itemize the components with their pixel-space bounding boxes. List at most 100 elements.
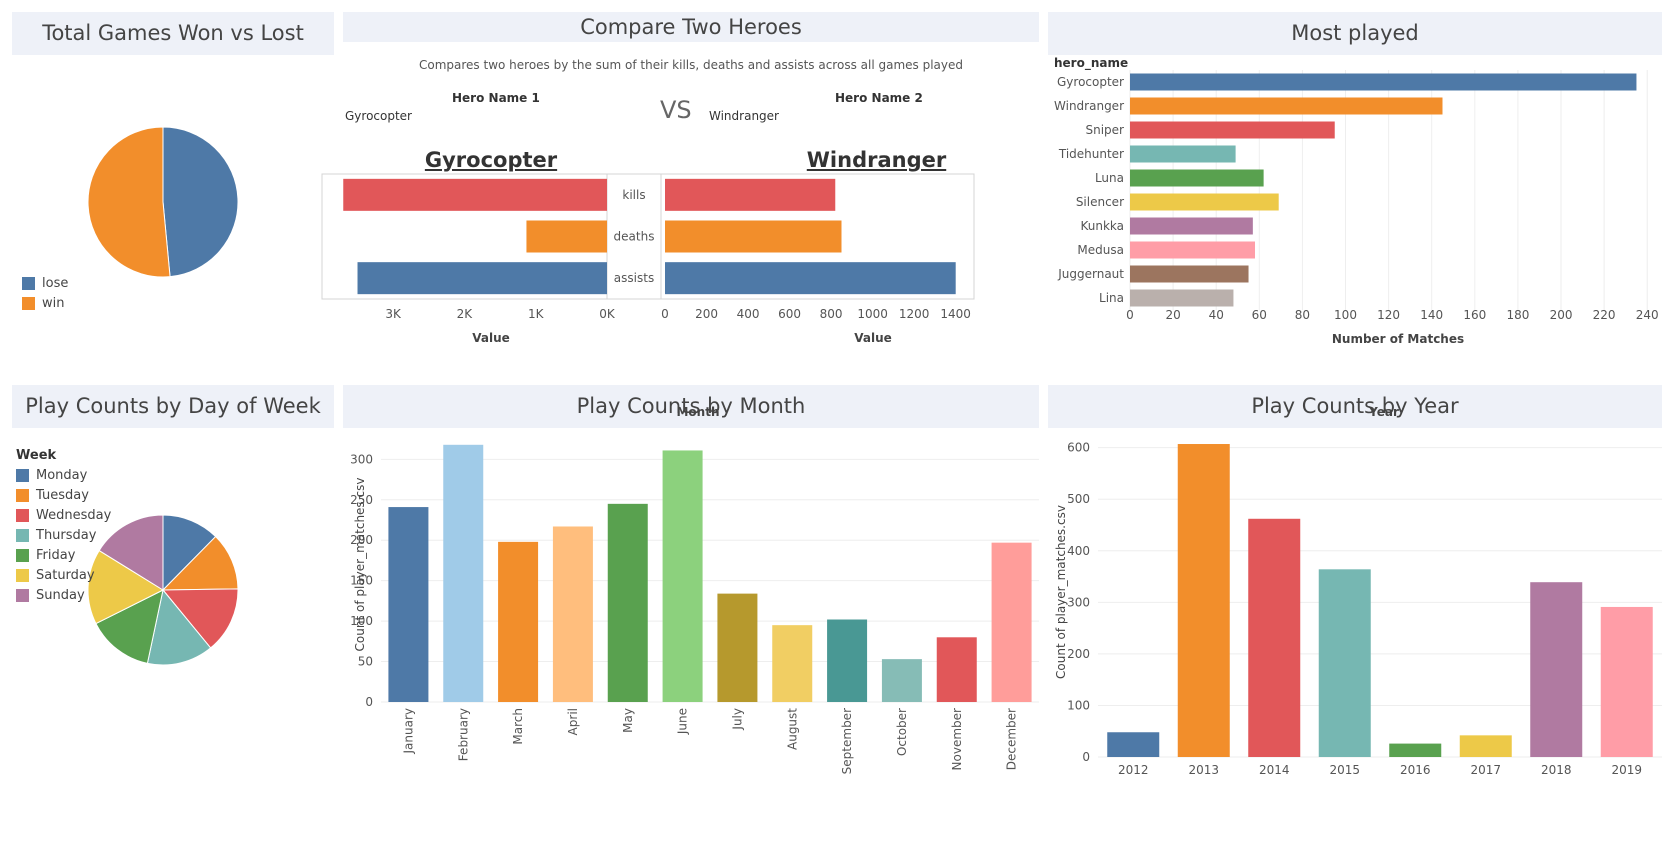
legend-label: Saturday xyxy=(36,567,95,583)
most-played-category-label: Kunkka xyxy=(1080,219,1124,233)
most-played-x-tick: 180 xyxy=(1506,308,1529,322)
month-bar-march xyxy=(498,541,539,702)
hero-compare-chart: kills deaths assists 3K 2K 1K 0K 0 200 400 600 800 1… xyxy=(321,173,975,345)
dashboard: Total Games Won vs Lost lose win Compare … xyxy=(0,0,1670,841)
year-bar-2012 xyxy=(1107,732,1160,757)
most-played-x-tick: 200 xyxy=(1550,308,1573,322)
month-x-tick: September xyxy=(840,708,854,774)
most-played-category-label: Juggernaut xyxy=(1057,267,1124,281)
year-x-tick: 2012 xyxy=(1118,763,1149,777)
month-bar-february xyxy=(443,444,484,702)
year-y-tick: 0 xyxy=(1082,750,1090,764)
month-y-tick: 300 xyxy=(350,452,373,466)
legend-swatch xyxy=(16,468,29,482)
legend-label: Monday xyxy=(36,467,88,483)
hero2-x-tick: 0 xyxy=(661,307,669,321)
legend-item-saturday[interactable]: Saturday xyxy=(16,565,111,585)
hero2-x-tick: 1200 xyxy=(899,307,930,321)
legend-swatch xyxy=(16,528,29,542)
most-played-x-tick: 100 xyxy=(1334,308,1357,322)
year-chart-title: Year xyxy=(1368,405,1399,419)
legend-item-monday[interactable]: Monday xyxy=(16,465,111,485)
legend-label: Thursday xyxy=(36,527,97,543)
winloss-legend: lose win xyxy=(22,273,68,313)
hero2-x-tick: 1400 xyxy=(940,307,971,321)
month-x-tick: February xyxy=(456,708,470,761)
winloss-pie-chart xyxy=(87,126,239,278)
month-x-tick: October xyxy=(895,708,909,756)
hero1-x-tick: 0K xyxy=(599,307,616,321)
legend-label: lose xyxy=(42,275,69,291)
month-x-tick: May xyxy=(621,708,635,733)
hero1-x-axis-label: Value xyxy=(472,331,510,345)
month-bar-april xyxy=(552,526,593,702)
compare-panel: Compare Two Heroes Compares two heroes b… xyxy=(321,12,1039,372)
legend-item-lose[interactable]: lose xyxy=(22,273,68,293)
most-played-x-tick: 80 xyxy=(1295,308,1310,322)
year-panel: Play Counts by Year Year 0 100 200 300 400 500… xyxy=(1048,385,1662,835)
most-played-x-tick: 40 xyxy=(1209,308,1224,322)
year-y-tick: 500 xyxy=(1067,492,1090,506)
month-y-axis-label: Count of player_matches.csv xyxy=(353,478,367,652)
year-bar-2017 xyxy=(1459,735,1512,757)
hero2-x-tick: 1000 xyxy=(857,307,888,321)
year-bar-2018 xyxy=(1530,582,1583,757)
hero2-x-tick: 800 xyxy=(820,307,843,321)
most-played-category-label: Gyrocopter xyxy=(1057,75,1124,89)
legend-label: Tuesday xyxy=(36,487,89,503)
most-played-x-tick: 0 xyxy=(1126,308,1134,322)
year-bar-chart: Year 0 100 200 300 400 500 600 Count of player_m… xyxy=(1054,405,1662,777)
year-bar-2013 xyxy=(1177,444,1230,757)
most-played-category-label: Medusa xyxy=(1077,243,1124,257)
legend-swatch xyxy=(22,296,35,310)
hero1-bar-assists xyxy=(357,262,607,295)
month-bar-january xyxy=(388,507,429,702)
most-played-category-label: Lina xyxy=(1099,291,1124,305)
month-x-tick: January xyxy=(401,708,415,755)
month-x-tick: December xyxy=(1005,708,1019,770)
most-played-category-label: Tidehunter xyxy=(1058,147,1124,161)
year-bar-2019 xyxy=(1600,606,1653,757)
year-x-tick: 2018 xyxy=(1541,763,1572,777)
legend-label: win xyxy=(42,295,65,311)
month-y-tick: 50 xyxy=(358,655,373,669)
month-bar-july xyxy=(717,593,758,702)
category-label-assists: assists xyxy=(614,271,654,285)
most-played-category-label: Silencer xyxy=(1076,195,1124,209)
year-y-tick: 200 xyxy=(1067,647,1090,661)
month-x-tick: November xyxy=(950,708,964,770)
category-label-deaths: deaths xyxy=(614,230,655,244)
legend-item-wednesday[interactable]: Wednesday xyxy=(16,505,111,525)
most-played-category-label: Windranger xyxy=(1054,99,1124,113)
hero1-x-tick: 3K xyxy=(385,307,402,321)
legend-item-tuesday[interactable]: Tuesday xyxy=(16,485,111,505)
legend-swatch xyxy=(16,588,29,602)
most-played-bar-windranger xyxy=(1130,97,1443,115)
month-panel: Play Counts by Month Month 0 50 100 150 200 25… xyxy=(343,385,1039,835)
legend-item-friday[interactable]: Friday xyxy=(16,545,111,565)
winloss-panel: Total Games Won vs Lost lose win xyxy=(12,12,334,372)
month-bar-chart: Month050100150200250300Count of player_m… xyxy=(350,405,1039,774)
year-x-tick: 2017 xyxy=(1470,763,1501,777)
legend-item-sunday[interactable]: Sunday xyxy=(16,585,111,605)
year-y-tick: 400 xyxy=(1067,544,1090,558)
day-panel: Play Counts by Day of Week Week Monday Tue… xyxy=(12,385,334,835)
legend-item-thursday[interactable]: Thursday xyxy=(16,525,111,545)
year-x-tick: 2019 xyxy=(1611,763,1642,777)
hero2-x-tick: 600 xyxy=(778,307,801,321)
month-bar-september xyxy=(827,619,868,702)
year-y-tick: 600 xyxy=(1067,441,1090,455)
legend-swatch xyxy=(16,508,29,522)
legend-item-win[interactable]: win xyxy=(22,293,68,313)
month-x-tick: July xyxy=(730,708,744,731)
month-y-tick: 0 xyxy=(365,695,373,709)
year-bar-2014 xyxy=(1248,518,1301,757)
hero2-x-axis-label: Value xyxy=(854,331,892,345)
most-played-bar-silencer xyxy=(1130,193,1279,211)
legend-swatch xyxy=(22,276,35,290)
most-played-bar-lina xyxy=(1130,289,1234,307)
most-played-x-tick: 20 xyxy=(1165,308,1180,322)
month-bar-june xyxy=(662,450,703,702)
hero1-x-tick: 2K xyxy=(457,307,474,321)
most-played-x-tick: 60 xyxy=(1252,308,1267,322)
